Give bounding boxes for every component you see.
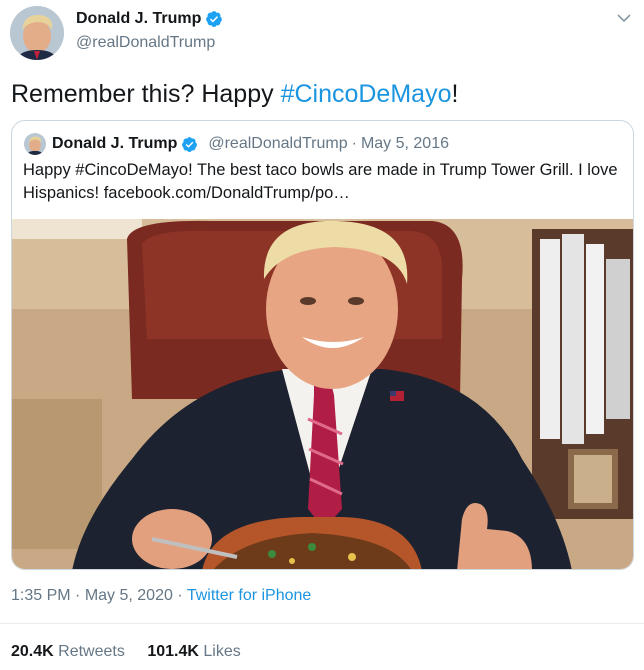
hashtag-link[interactable]: #CincoDeMayo [281, 80, 452, 108]
divider [0, 623, 644, 624]
tweet-header: Donald J. Trump @realDonaldTrump [10, 6, 634, 62]
retweets-count: 20.4K [11, 643, 54, 660]
tweet-text: Remember this? Happy #CincoDeMayo! [11, 78, 458, 110]
quoted-author-name: Donald J. Trump [52, 135, 178, 152]
avatar-image [10, 6, 64, 60]
tweet-text-suffix: ! [451, 80, 459, 108]
likes-stat[interactable]: 101.4K Likes [147, 643, 240, 660]
tweet-text-prefix: Remember this? Happy [11, 80, 281, 108]
retweets-label: Retweets [58, 643, 125, 660]
retweets-stat[interactable]: 20.4K Retweets [11, 643, 125, 660]
likes-label: Likes [203, 643, 241, 660]
avatar[interactable] [10, 6, 64, 60]
quoted-tweet-photo[interactable] [12, 219, 634, 570]
quoted-avatar-image [24, 133, 46, 155]
meta-separator: · [70, 587, 85, 604]
author-name[interactable]: Donald J. Trump [76, 10, 201, 28]
chevron-down-icon[interactable] [616, 10, 632, 26]
tweet-meta: 1:35 PM · May 5, 2020 · Twitter for iPho… [11, 587, 311, 605]
quoted-tweet-text: Happy #CincoDeMayo! The best taco bowls … [23, 159, 628, 205]
tweet-date[interactable]: May 5, 2020 [85, 587, 173, 604]
tweet-stats: 20.4K Retweets 101.4K Likes [11, 643, 259, 661]
meta-separator: · [172, 587, 187, 604]
tweet-time[interactable]: 1:35 PM [11, 587, 71, 604]
quoted-date: May 5, 2016 [360, 135, 449, 152]
tweet-source-link[interactable]: Twitter for iPhone [187, 587, 312, 604]
verified-badge-icon [206, 11, 223, 27]
quoted-separator: · [351, 135, 357, 152]
quoted-tweet[interactable]: Donald J. Trump @realDonaldTrump · May 5… [11, 120, 634, 570]
quoted-tweet-header: Donald J. Trump @realDonaldTrump · May 5… [24, 133, 449, 155]
quoted-link[interactable]: facebook.com/DonaldTrump/po… [104, 184, 350, 202]
author-handle[interactable]: @realDonaldTrump [76, 34, 215, 52]
likes-count: 101.4K [147, 643, 199, 660]
verified-badge-icon [182, 136, 198, 152]
author-name-row: Donald J. Trump [76, 10, 223, 28]
quoted-author-handle: @realDonaldTrump [208, 135, 348, 152]
quoted-avatar [24, 133, 46, 155]
